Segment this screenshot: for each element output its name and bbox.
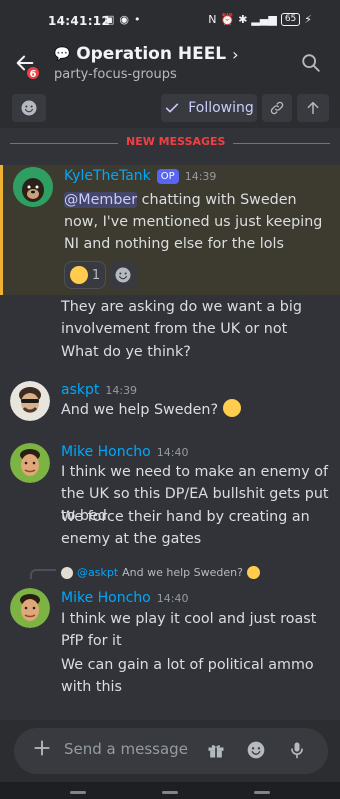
avatar[interactable] (13, 167, 53, 207)
jump-up-button[interactable] (297, 94, 329, 122)
thread-toolbar: Following (0, 92, 340, 128)
message-text: I think we play it cool and just roast P… (61, 611, 317, 649)
home-button[interactable] (162, 791, 178, 794)
message-composer (0, 720, 340, 782)
message-timestamp: 14:39 (105, 384, 138, 397)
message-text: What do ye think? (61, 344, 191, 360)
channel-name: party-focus-groups (54, 67, 177, 82)
message-timestamp: 14:40 (156, 592, 189, 605)
composer-box (14, 728, 328, 774)
author-name: Mike Honcho (61, 444, 151, 460)
message-body: And we help Sweden? (61, 402, 219, 418)
sweat-smile-emoji-icon (246, 566, 260, 579)
system-nav-bar (0, 782, 340, 799)
avatar[interactable] (10, 443, 50, 483)
message-group[interactable]: KyleTheTank OP 14:39 @Member chatting with… (0, 165, 340, 295)
thread-icon: 💬 (54, 46, 71, 62)
message-text: We can gain a lot of political ammo with… (61, 657, 314, 695)
thread-title[interactable]: 💬 Operation HEEL › (54, 44, 239, 64)
message-author[interactable]: Mike Honcho 14:40 (61, 590, 188, 606)
reaction-sweat-smile[interactable]: 1 (64, 261, 106, 289)
following-button[interactable]: Following (161, 94, 257, 122)
gift-icon[interactable] (206, 740, 228, 762)
new-messages-divider: NEW MESSAGES (0, 132, 340, 154)
signal-icon: ▂▄▆ (251, 13, 277, 26)
message-item[interactable]: We force their hand by creating an enemy… (0, 506, 340, 550)
message-group[interactable]: askpt 14:39 And we help Sweden? (0, 379, 340, 425)
message-text: We force their hand by creating an enemy… (61, 509, 310, 547)
thread-header: 6 💬 Operation HEEL › party-focus-groups (0, 40, 340, 92)
author-name: askpt (61, 382, 100, 398)
message-author[interactable]: KyleTheTank OP 14:39 (64, 168, 216, 184)
new-messages-label: NEW MESSAGES (118, 135, 234, 148)
message-text: They are asking do we want a big involve… (61, 299, 302, 337)
message-item[interactable]: What do ye think? (0, 341, 340, 365)
notification-icons: ▣ ◉ • (104, 13, 141, 26)
reply-avatar (61, 566, 73, 579)
message-author[interactable]: askpt 14:39 (61, 382, 137, 398)
emoji-button[interactable] (12, 94, 46, 122)
system-icons: N ⏰ ✱ ▂▄▆ 65 ⚡ (208, 13, 312, 26)
link-icon (270, 101, 284, 115)
add-reaction-icon (115, 267, 131, 283)
dot-icon: • (134, 13, 141, 26)
back-button[interactable] (254, 791, 270, 794)
charging-icon: ⚡ (304, 13, 312, 26)
reply-connector (30, 569, 56, 579)
message-timestamp: 14:40 (156, 446, 189, 459)
arrow-up-icon (307, 101, 319, 115)
add-reaction-button[interactable] (109, 261, 137, 289)
plus-icon[interactable] (32, 738, 52, 762)
message-text: And we help Sweden? (61, 399, 331, 421)
author-name: Mike Honcho (61, 590, 151, 606)
message-item[interactable]: They are asking do we want a big involve… (0, 296, 340, 340)
search-icon[interactable] (300, 52, 322, 74)
alarm-icon: ⏰ (220, 13, 235, 26)
emoji-icon (21, 100, 37, 116)
chevron-right-icon: › (232, 44, 239, 64)
sweat-smile-emoji-icon (69, 266, 88, 284)
check-icon (166, 103, 179, 113)
sweat-smile-emoji-icon (222, 399, 241, 417)
reply-user: @askpt (77, 566, 119, 579)
op-badge: OP (156, 168, 179, 184)
app-icon: ◉ (119, 13, 130, 26)
emoji-icon[interactable] (246, 740, 268, 762)
avatar[interactable] (10, 588, 50, 628)
message-input[interactable] (64, 740, 194, 758)
thread-title-text: Operation HEEL (76, 44, 227, 64)
unread-badge: 6 (25, 65, 41, 81)
mic-icon[interactable] (287, 740, 309, 762)
message-author[interactable]: Mike Honcho 14:40 (61, 444, 188, 460)
gallery-icon: ▣ (104, 13, 115, 26)
copy-link-button[interactable] (262, 94, 292, 122)
reaction-count: 1 (91, 267, 101, 283)
message-group[interactable]: Mike Honcho 14:40 I think we need to make… (0, 441, 340, 524)
avatar[interactable] (10, 381, 50, 421)
author-name: KyleTheTank (64, 168, 151, 184)
status-time: 14:41:12 (48, 14, 111, 28)
reply-reference[interactable]: @askpt And we help Sweden? (61, 566, 260, 579)
message-group[interactable]: @askpt And we help Sweden? Mike Honcho 14… (0, 562, 340, 696)
bluetooth-icon: ✱ (238, 13, 248, 26)
battery-icon: 65 (280, 13, 301, 26)
status-bar: 14:41:12 ▣ ◉ • N ⏰ ✱ ▂▄▆ 65 ⚡ (0, 0, 340, 40)
following-label: Following (188, 100, 254, 116)
recents-button[interactable] (70, 791, 86, 794)
message-text: @Member chatting with Sweden now, I've m… (64, 189, 334, 255)
nfc-icon: N (208, 13, 217, 26)
message-timestamp: 14:39 (184, 170, 217, 183)
user-mention[interactable]: @Member (64, 192, 138, 208)
reply-text: And we help Sweden? (122, 566, 243, 579)
